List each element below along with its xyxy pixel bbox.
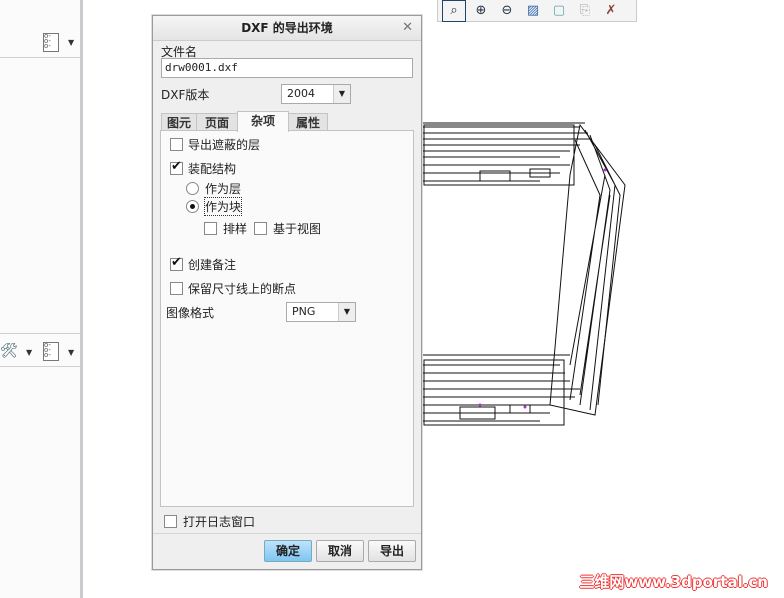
- divider: [0, 57, 80, 58]
- as-block-radio[interactable]: [186, 200, 199, 213]
- cancel-button[interactable]: 取消: [316, 540, 364, 562]
- keep-breaks-checkbox[interactable]: [170, 282, 183, 295]
- chevron-down-icon: ▼: [333, 85, 350, 103]
- chevron-down-icon[interactable]: ▼: [68, 38, 74, 47]
- assembly-structure-label: 装配结构: [188, 162, 237, 176]
- zoom-fit-icon[interactable]: ⌕: [442, 0, 466, 22]
- close-icon[interactable]: ✕: [402, 16, 413, 40]
- dxf-export-dialog: DXF 的导出环境 ✕ 文件名 drw0001.dxf DXF版本 2004 ▼…: [152, 15, 422, 570]
- datum-display-icon[interactable]: ✗: [600, 1, 622, 21]
- export-button[interactable]: 导出: [368, 540, 416, 562]
- dialog-title-bar[interactable]: DXF 的导出环境 ✕: [153, 16, 421, 41]
- left-panel: o-o-o- ▼ 🛠 ▼ o-o-o- ▼: [0, 0, 83, 598]
- list-doc-icon[interactable]: o-o-o-: [43, 33, 59, 52]
- divider: [0, 366, 80, 367]
- dxf-version-label: DXF版本: [161, 88, 210, 102]
- open-log-label: 打开日志窗口: [183, 515, 256, 529]
- divider: [0, 333, 80, 334]
- export-hidden-layers-checkbox[interactable]: [170, 138, 183, 151]
- dxf-version-select[interactable]: 2004 ▼: [281, 84, 351, 104]
- image-format-label: 图像格式: [166, 306, 215, 320]
- tab-misc[interactable]: 杂项: [237, 111, 289, 132]
- repaint-icon[interactable]: ▨: [522, 1, 544, 21]
- as-block-label: 作为块: [203, 197, 243, 216]
- annotation-display-icon[interactable]: ⎘: [574, 1, 596, 21]
- sort-checkbox[interactable]: [204, 222, 217, 235]
- zoom-in-icon[interactable]: ⊕: [470, 1, 492, 21]
- chevron-down-icon[interactable]: ▼: [26, 348, 32, 357]
- open-log-checkbox[interactable]: [164, 515, 177, 528]
- divider: [153, 533, 421, 534]
- dialog-title: DXF 的导出环境: [241, 21, 333, 35]
- image-format-value: PNG: [292, 305, 316, 318]
- view-based-checkbox[interactable]: [254, 222, 267, 235]
- list-doc-icon[interactable]: o-o-o-: [43, 342, 59, 361]
- assembly-structure-checkbox[interactable]: [170, 159, 183, 175]
- tools-icon[interactable]: 🛠: [0, 343, 18, 359]
- ok-button[interactable]: 确定: [264, 540, 312, 562]
- cad-drawing: [420, 122, 626, 426]
- view-based-label: 基于视图: [273, 222, 322, 236]
- as-layer-label: 作为层: [205, 182, 242, 196]
- misc-panel: 导出遮蔽的层 装配结构 作为层 作为块 排样 基于视图 创建备注 保留尺寸线上的…: [160, 130, 414, 507]
- file-name-input[interactable]: drw0001.dxf: [161, 58, 413, 78]
- create-notes-label: 创建备注: [188, 258, 237, 272]
- as-layer-radio[interactable]: [186, 182, 199, 195]
- image-format-select[interactable]: PNG ▼: [286, 302, 356, 322]
- create-notes-checkbox[interactable]: [170, 255, 183, 271]
- export-hidden-layers-label: 导出遮蔽的层: [188, 138, 261, 152]
- watermark: 三维网www.3dportal.cn: [579, 573, 768, 591]
- chevron-down-icon: ▼: [338, 303, 355, 321]
- display-style-icon[interactable]: ▢: [548, 1, 570, 21]
- keep-breaks-label: 保留尺寸线上的断点: [188, 282, 297, 296]
- dxf-version-value: 2004: [287, 87, 315, 100]
- sort-label: 排样: [223, 222, 248, 236]
- view-toolbar: ⌕ ⊕ ⊖ ▨ ▢ ⎘ ✗: [437, 0, 637, 22]
- zoom-out-icon[interactable]: ⊖: [496, 1, 518, 21]
- chevron-down-icon[interactable]: ▼: [68, 348, 74, 357]
